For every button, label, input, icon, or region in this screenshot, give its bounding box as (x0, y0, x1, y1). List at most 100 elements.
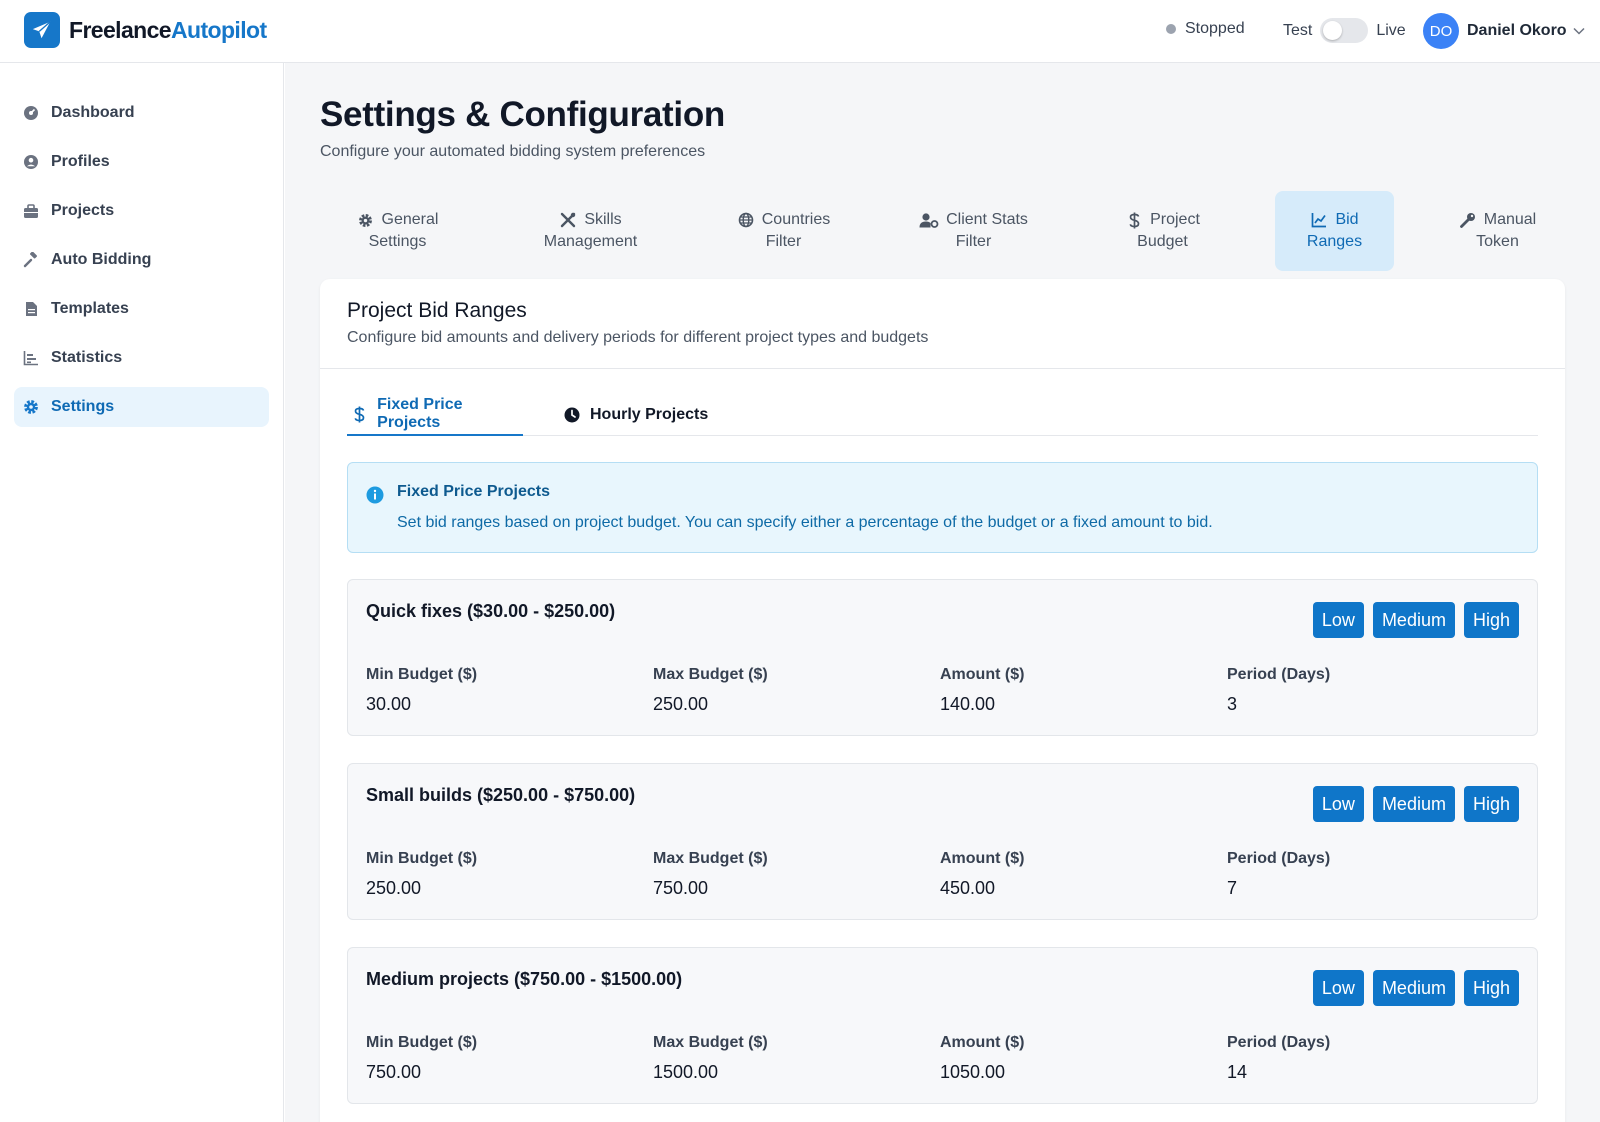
field-label: Min Budget ($) (366, 1034, 478, 1051)
bid-range-item: Small builds ($250.00 - $750.00) Low Med… (347, 763, 1538, 920)
test-live-toggle[interactable] (1320, 18, 1369, 43)
field-value: 140.00 (940, 694, 996, 714)
field-value: 750.00 (653, 878, 709, 898)
tab-label-line2: Management (543, 233, 638, 250)
field-label: Period (Days) (1227, 666, 1331, 683)
gear-icon (22, 398, 40, 416)
level-buttons: Low Medium High (1304, 970, 1519, 1006)
field-value: 450.00 (940, 878, 996, 898)
avatar: DO (1423, 13, 1459, 49)
tab-hourly-projects[interactable]: Hourly Projects (563, 394, 708, 436)
field-value: 14 (1227, 1062, 1248, 1082)
page-subtitle: Configure your automated bidding system … (320, 143, 706, 160)
field-value: 250.00 (366, 878, 422, 898)
info-alert: Fixed Price Projects Set bid ranges base… (347, 462, 1538, 553)
period-field[interactable]: Period (Days) 7 (1227, 850, 1330, 899)
field-label: Max Budget ($) (653, 666, 768, 683)
tab-general-settings[interactable]: General Settings (320, 191, 475, 271)
tab-label-line2: Token (1476, 233, 1519, 250)
user-menu[interactable]: DO Daniel Okoro (1423, 13, 1585, 49)
mode-test-label: Test (1283, 21, 1313, 39)
sidebar-item-auto-bidding[interactable]: Auto Bidding (14, 240, 269, 280)
amount-field[interactable]: Amount ($) 140.00 (940, 666, 1024, 715)
user-circle-icon (22, 153, 40, 171)
field-label: Min Budget ($) (366, 666, 478, 683)
bot-status: Stopped (1166, 20, 1245, 38)
tab-client-stats-filter[interactable]: Client Stats Filter (896, 191, 1051, 271)
paper-plane-icon (24, 12, 60, 48)
bid-range-item: Quick fixes ($30.00 - $250.00) Low Mediu… (347, 579, 1538, 736)
tab-bid-ranges[interactable]: Bid Ranges (1275, 191, 1394, 271)
medium-button[interactable]: Medium (1372, 786, 1455, 822)
field-value: 30.00 (366, 694, 412, 714)
min-budget-field[interactable]: Min Budget ($) 30.00 (366, 666, 477, 715)
min-budget-field[interactable]: Min Budget ($) 250.00 (366, 850, 477, 899)
min-budget-field[interactable]: Min Budget ($) 750.00 (366, 1034, 477, 1083)
high-button[interactable]: High (1463, 786, 1519, 822)
field-label: Amount ($) (940, 666, 1025, 683)
dollar-icon (1125, 211, 1143, 229)
status-label: Stopped (1185, 20, 1245, 37)
low-button[interactable]: Low (1312, 602, 1364, 638)
max-budget-field[interactable]: Max Budget ($) 1500.00 (653, 1034, 768, 1083)
tab-label-line1: General (381, 211, 439, 228)
medium-button[interactable]: Medium (1372, 602, 1455, 638)
tab-label-line2: Budget (1137, 233, 1188, 250)
amount-field[interactable]: Amount ($) 450.00 (940, 850, 1024, 899)
field-label: Amount ($) (940, 850, 1025, 867)
card-subtitle: Configure bid amounts and delivery perio… (347, 329, 929, 346)
low-button[interactable]: Low (1312, 970, 1364, 1006)
subtab-label: Hourly Projects (590, 406, 709, 423)
sidebar-item-templates[interactable]: Templates (14, 289, 269, 329)
main-content: Settings & Configuration Configure your … (285, 63, 1600, 1122)
sidebar-item-label: Projects (51, 202, 115, 219)
max-budget-field[interactable]: Max Budget ($) 250.00 (653, 666, 768, 715)
tab-countries-filter[interactable]: Countries Filter (706, 191, 861, 271)
user-name: Daniel Okoro (1467, 22, 1567, 39)
period-field[interactable]: Period (Days) 14 (1227, 1034, 1330, 1083)
sidebar-item-profiles[interactable]: Profiles (14, 142, 269, 182)
dollar-icon (351, 405, 368, 423)
high-button[interactable]: High (1463, 602, 1519, 638)
max-budget-field[interactable]: Max Budget ($) 750.00 (653, 850, 768, 899)
mode-live-label: Live (1376, 21, 1406, 39)
toggle-knob (1323, 21, 1343, 40)
gavel-icon (22, 251, 40, 269)
low-button[interactable]: Low (1312, 786, 1364, 822)
bid-range-item: Medium projects ($750.00 - $1500.00) Low… (347, 947, 1538, 1104)
field-value: 3 (1227, 694, 1238, 714)
project-type-tabs: Fixed Price Projects Hourly Projects (347, 394, 1538, 436)
amount-field[interactable]: Amount ($) 1050.00 (940, 1034, 1024, 1083)
document-icon (22, 300, 40, 318)
field-label: Period (Days) (1227, 850, 1331, 867)
tab-label-line1: Countries (761, 211, 831, 228)
tab-label-line2: Settings (368, 233, 427, 250)
tools-icon (559, 211, 577, 229)
period-field[interactable]: Period (Days) 3 (1227, 666, 1330, 715)
field-label: Min Budget ($) (366, 850, 478, 867)
tab-label-line1: Project (1150, 211, 1200, 228)
brand-name: FreelanceAutopilot (69, 16, 267, 43)
tab-fixed-price-projects[interactable]: Fixed Price Projects (347, 394, 523, 436)
info-title: Fixed Price Projects (397, 483, 550, 500)
medium-button[interactable]: Medium (1372, 970, 1455, 1006)
tab-label-line1: Manual (1483, 211, 1537, 228)
sidebar-item-statistics[interactable]: Statistics (14, 338, 269, 378)
subtab-label: Fixed Price Projects (377, 396, 463, 431)
sidebar-item-label: Templates (51, 300, 129, 317)
sidebar-item-settings[interactable]: Settings (14, 387, 269, 427)
sidebar-item-dashboard[interactable]: Dashboard (14, 93, 269, 133)
sidebar-item-projects[interactable]: Projects (14, 191, 269, 231)
tab-skills-management[interactable]: Skills Management (513, 191, 668, 271)
field-value: 1050.00 (940, 1062, 1006, 1082)
info-icon (366, 486, 384, 509)
sidebar-item-label: Profiles (51, 153, 110, 170)
high-button[interactable]: High (1463, 970, 1519, 1006)
line-chart-icon (1310, 211, 1328, 229)
dashboard-icon (22, 104, 40, 122)
tab-manual-token[interactable]: Manual Token (1430, 191, 1565, 271)
app-logo[interactable]: FreelanceAutopilot (24, 12, 267, 48)
field-value: 750.00 (366, 1062, 422, 1082)
tab-project-budget[interactable]: Project Budget (1085, 191, 1240, 271)
page-title: Settings & Configuration (320, 95, 725, 134)
